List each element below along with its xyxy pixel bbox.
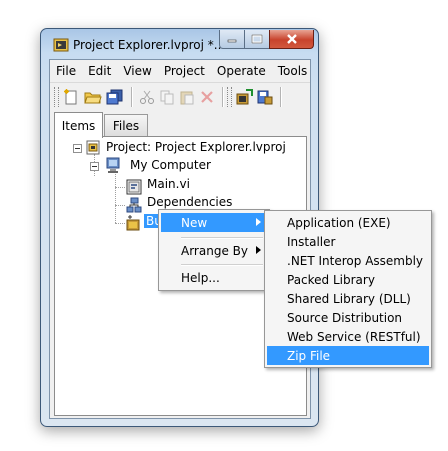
dependencies-icon xyxy=(126,197,142,213)
submenu-item-web-service-restful[interactable]: Web Service (RESTful) xyxy=(267,327,429,346)
menu-separator xyxy=(181,264,263,266)
tree-line xyxy=(115,187,125,188)
tree-line xyxy=(115,223,125,224)
tab-items[interactable]: Items xyxy=(54,112,103,138)
labview-project-icon xyxy=(53,38,69,52)
tree-item-dependencies[interactable]: Dependencies xyxy=(147,195,232,209)
submenu-arrow-icon xyxy=(256,218,261,226)
cut-icon[interactable] xyxy=(138,88,156,106)
menu-separator xyxy=(181,237,263,239)
maximize-button[interactable] xyxy=(244,30,270,49)
project-icon xyxy=(86,140,100,155)
menu-item-arrange-by[interactable]: Arrange By xyxy=(161,241,267,260)
toolbar-grip[interactable] xyxy=(227,87,232,107)
toolbar-separator xyxy=(280,87,282,107)
toolbar-separator xyxy=(131,87,133,107)
submenu-item-packed-library[interactable]: Packed Library xyxy=(267,270,429,289)
tree-line xyxy=(115,171,116,223)
menu-tools[interactable]: Tools xyxy=(272,64,314,78)
submenu-item-label: Installer xyxy=(287,234,336,249)
tree-line xyxy=(115,205,125,206)
menu-item-help-label: Help... xyxy=(181,270,220,285)
menu-item-help[interactable]: Help... xyxy=(161,268,267,287)
toolbar-separator xyxy=(222,87,224,107)
delete-icon[interactable] xyxy=(198,88,216,106)
close-icon xyxy=(286,34,297,44)
submenu-item-installer[interactable]: Installer xyxy=(267,232,429,251)
new-icon[interactable] xyxy=(62,88,80,106)
submenu-item-net-interop-assembly[interactable]: .NET Interop Assembly xyxy=(267,251,429,270)
menu-operate[interactable]: Operate xyxy=(211,64,272,78)
computer-icon xyxy=(106,157,120,173)
tree-item-my-computer[interactable]: My Computer xyxy=(130,158,211,172)
open-folder-icon[interactable] xyxy=(84,88,102,106)
project-collapse-toggle[interactable] xyxy=(73,144,82,153)
menu-project[interactable]: Project xyxy=(158,64,211,78)
menu-item-new-label: New xyxy=(181,215,208,230)
submenu-item-shared-library-dll[interactable]: Shared Library (DLL) xyxy=(267,289,429,308)
submenu-item-label: .NET Interop Assembly xyxy=(287,253,424,268)
submenu-item-label: Zip File xyxy=(287,348,331,363)
minimize-button[interactable] xyxy=(219,30,245,49)
menu-edit[interactable]: Edit xyxy=(82,64,117,78)
submenu-item-label: Web Service (RESTful) xyxy=(287,329,421,344)
tab-files[interactable]: Files xyxy=(104,114,148,137)
submenu-item-label: Source Distribution xyxy=(287,310,403,325)
menu-item-new[interactable]: New xyxy=(161,213,267,232)
copy-icon[interactable] xyxy=(158,88,176,106)
save-all-icon[interactable] xyxy=(106,88,124,106)
build-specifications-icon xyxy=(126,215,140,231)
computer-collapse-toggle[interactable] xyxy=(90,162,99,171)
window-title: Project Explorer.lvproj *... xyxy=(73,38,226,52)
submenu-item-label: Application (EXE) xyxy=(287,215,391,230)
submenu-item-label: Packed Library xyxy=(287,272,375,287)
vi-icon xyxy=(126,179,142,195)
submenu-item-application-exe[interactable]: Application (EXE) xyxy=(267,213,429,232)
menu-view[interactable]: View xyxy=(117,64,157,78)
minimize-icon xyxy=(227,39,237,43)
tree-item-main-vi[interactable]: Main.vi xyxy=(147,177,190,191)
context-menu: New Arrange By Help... xyxy=(158,209,270,291)
submenu-item-source-distribution[interactable]: Source Distribution xyxy=(267,308,429,327)
build-icon[interactable] xyxy=(236,88,254,106)
deploy-icon[interactable] xyxy=(256,88,274,106)
tree-item-project[interactable]: Project: Project Explorer.lvproj xyxy=(106,140,286,154)
submenu-item-zip-file[interactable]: Zip File xyxy=(267,346,429,365)
submenu-arrow-icon xyxy=(256,246,261,254)
close-button[interactable] xyxy=(269,30,314,49)
new-submenu: Application (EXE) Installer .NET Interop… xyxy=(264,210,432,368)
menu-bar: File Edit View Project Operate Tools xyxy=(50,60,310,82)
menu-file[interactable]: File xyxy=(50,64,82,78)
menu-item-arrange-by-label: Arrange By xyxy=(181,243,248,258)
paste-icon[interactable] xyxy=(178,88,196,106)
toolbar xyxy=(50,82,310,111)
toolbar-grip[interactable] xyxy=(54,87,59,107)
maximize-icon xyxy=(251,34,263,44)
submenu-item-label: Shared Library (DLL) xyxy=(287,291,411,306)
